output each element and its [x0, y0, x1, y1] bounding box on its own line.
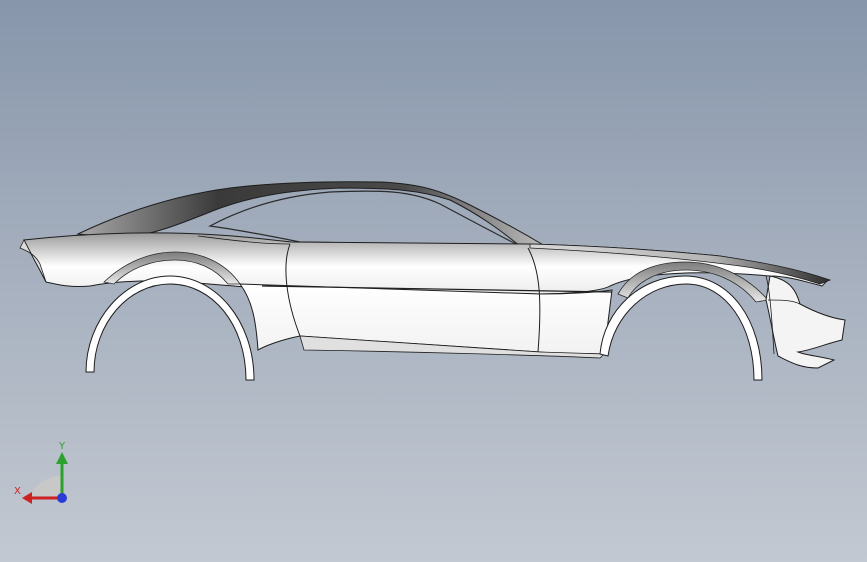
side-window-frame: [208, 190, 521, 247]
graphics-viewport[interactable]: Y X: [0, 0, 867, 562]
x-axis-label: X: [14, 486, 21, 497]
coordinate-triad: Y X: [12, 440, 76, 510]
lower-body-panel: [238, 283, 613, 355]
car-body-model[interactable]: [0, 0, 867, 562]
rear-wheel-arch: [85, 275, 255, 381]
y-axis-label: Y: [59, 441, 66, 452]
axis-triad-icon: [22, 452, 68, 504]
front-bumper: [765, 275, 846, 369]
